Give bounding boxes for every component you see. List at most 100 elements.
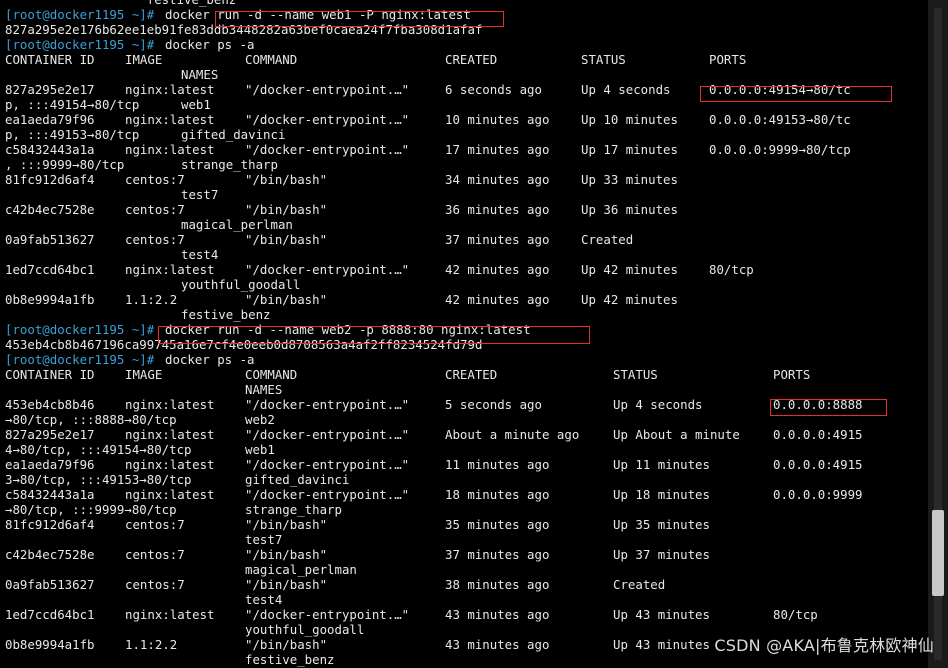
terminal-line: c42b4ec7528e centos:7 "/bin/bash" 36 minute… [5,202,923,217]
terminal-text: centos:7 [125,232,185,247]
terminal-text: c58432443a1a [5,487,95,502]
terminal-text: "/bin/bash" [245,172,328,187]
terminal-text: →80/tcp, :::8888→80/tcp [5,412,177,427]
terminal-line: CONTAINER ID IMAGE COMMAND CREATED STATUS POR… [5,52,923,67]
shell-prompt: [root@docker1195 ~]# [5,322,155,337]
terminal-text: Up 4 seconds [613,397,703,412]
terminal-text: strange_tharp [181,157,278,172]
terminal-text: 43 minutes ago [445,637,550,652]
terminal-text: Up 35 minutes [613,517,710,532]
shell-prompt: [root@docker1195 ~]# [5,352,155,367]
terminal-line: 827a295e2e17 nginx:latest "/docker-entrypo… [5,82,923,97]
terminal-text: 5 seconds ago [445,397,542,412]
terminal-line: 0a9fab513627 centos:7 "/bin/bash" 38 minute… [5,577,923,592]
terminal-text: festive_benz [5,0,237,7]
terminal-text: 0.0.0.0:8888 [773,397,863,412]
scrollbar-thumb[interactable] [932,510,944,596]
terminal-text: 35 minutes ago [445,517,550,532]
terminal-text: Up 4 seconds [581,82,671,97]
csdn-watermark: CSDN @AKA|布鲁克林欧神仙 [714,636,934,655]
terminal-text: web1 [245,442,275,457]
terminal-text: 0.0.0.0:49153→80/tc [709,112,851,127]
terminal-text: c58432443a1a [5,142,95,157]
terminal-line: 81fc912d6af4 centos:7 "/bin/bash" 35 minute… [5,517,923,532]
terminal-text: docker run -d --name web2 -p 8888:80 ngi… [165,322,531,337]
terminal-line: [root@docker1195 ~]# docker ps -a [5,352,923,367]
terminal-line: c58432443a1a nginx:latest "/docker-entrypo… [5,142,923,157]
terminal-text: nginx:latest [125,142,215,157]
terminal-text: "/docker-entrypoint.…" [245,607,410,622]
terminal-text: 453eb4cb8b46 [5,397,95,412]
terminal-text: festive_benz [181,307,271,322]
terminal-line: 1ed7ccd64bc1 nginx:latest "/docker-entrypo… [5,607,923,622]
terminal-output[interactable]: festive_benz [root@docker1195 ~]# docker r… [5,0,923,667]
terminal-line: , :::9999→80/tcp strange_tharp [5,157,923,172]
terminal-text: gifted_davinci [181,127,286,142]
terminal-text: test4 [245,592,283,607]
terminal-text: 0.0.0.0:4915 [773,427,863,442]
terminal-text: p, :::49154→80/tcp [5,97,140,112]
terminal-text: "/bin/bash" [245,292,328,307]
terminal-text: 81fc912d6af4 [5,517,95,532]
terminal-text: Up 43 minutes [613,607,710,622]
terminal-text: 42 minutes ago [445,292,550,307]
terminal-text: PORTS [773,367,811,382]
terminal-text: centos:7 [125,517,185,532]
terminal-text: 11 minutes ago [445,457,550,472]
terminal-text: nginx:latest [125,607,215,622]
terminal-text: COMMAND [245,52,298,67]
terminal-line: magical_perlman [5,217,923,232]
terminal-text: "/bin/bash" [245,637,328,652]
terminal-text: CREATED [445,367,498,382]
terminal-text: IMAGE [125,367,163,382]
terminal-line: test4 [5,247,923,262]
terminal-text: 0.0.0.0:9999→80/tcp [709,142,851,157]
terminal-line: [root@docker1195 ~]# docker run -d --name… [5,322,923,337]
terminal-text: 81fc912d6af4 [5,172,95,187]
terminal-line: →80/tcp, :::9999→80/tcp strange_tharp [5,502,923,517]
terminal-line: 1ed7ccd64bc1 nginx:latest "/docker-entrypo… [5,262,923,277]
terminal-text: nginx:latest [125,262,215,277]
terminal-text: 6 seconds ago [445,82,542,97]
terminal-line: 827a295e2e17 nginx:latest "/docker-entrypo… [5,427,923,442]
terminal-text: nginx:latest [125,397,215,412]
terminal-line: test4 [5,592,923,607]
terminal-text: nginx:latest [125,82,215,97]
terminal-text: "/docker-entrypoint.…" [245,397,410,412]
terminal-text: 36 minutes ago [445,202,550,217]
terminal-line: 0b8e9994a1fb 1.1:2.2 "/bin/bash" 42 minutes… [5,292,923,307]
terminal-line: 453eb4cb8b46 nginx:latest "/docker-entrypo… [5,397,923,412]
terminal-text: ea1aeda79f96 [5,112,95,127]
terminal-text: "/bin/bash" [245,517,328,532]
terminal-text: "/docker-entrypoint.…" [245,427,410,442]
terminal-text: centos:7 [125,202,185,217]
terminal-text: 3→80/tcp, :::49153→80/tcp [5,472,192,487]
terminal-line: ea1aeda79f96 nginx:latest "/docker-entrypo… [5,457,923,472]
terminal-text: Up About a minute [613,427,740,442]
terminal-text: nginx:latest [125,427,215,442]
terminal-text: 0b8e9994a1fb [5,637,95,652]
vertical-scrollbar[interactable] [928,0,948,668]
terminal-text: 827a295e2e17 [5,427,95,442]
terminal-text: 38 minutes ago [445,577,550,592]
terminal-text: 0.0.0.0:9999 [773,487,863,502]
terminal-text: 0.0.0.0:49154→80/tc [709,82,851,97]
terminal-text: nginx:latest [125,457,215,472]
terminal-line: 3→80/tcp, :::49153→80/tcp gifted_davinci [5,472,923,487]
terminal-text: "/docker-entrypoint.…" [245,262,410,277]
terminal-text: 37 minutes ago [445,547,550,562]
terminal-text: IMAGE [125,52,163,67]
terminal-text: Up 18 minutes [613,487,710,502]
terminal-line: ea1aeda79f96 nginx:latest "/docker-entrypo… [5,112,923,127]
terminal-text: test4 [181,247,219,262]
terminal-line: [root@docker1195 ~]# docker ps -a [5,37,923,52]
terminal-line: festive_benz [5,307,923,322]
terminal-text: 10 minutes ago [445,112,550,127]
terminal-text: centos:7 [125,577,185,592]
terminal-text: c42b4ec7528e [5,547,95,562]
terminal-text: 17 minutes ago [445,142,550,157]
terminal-line: NAMES [5,382,923,397]
terminal-text: 80/tcp [773,607,818,622]
terminal-text: "/docker-entrypoint.…" [245,457,410,472]
terminal-text: magical_perlman [181,217,293,232]
